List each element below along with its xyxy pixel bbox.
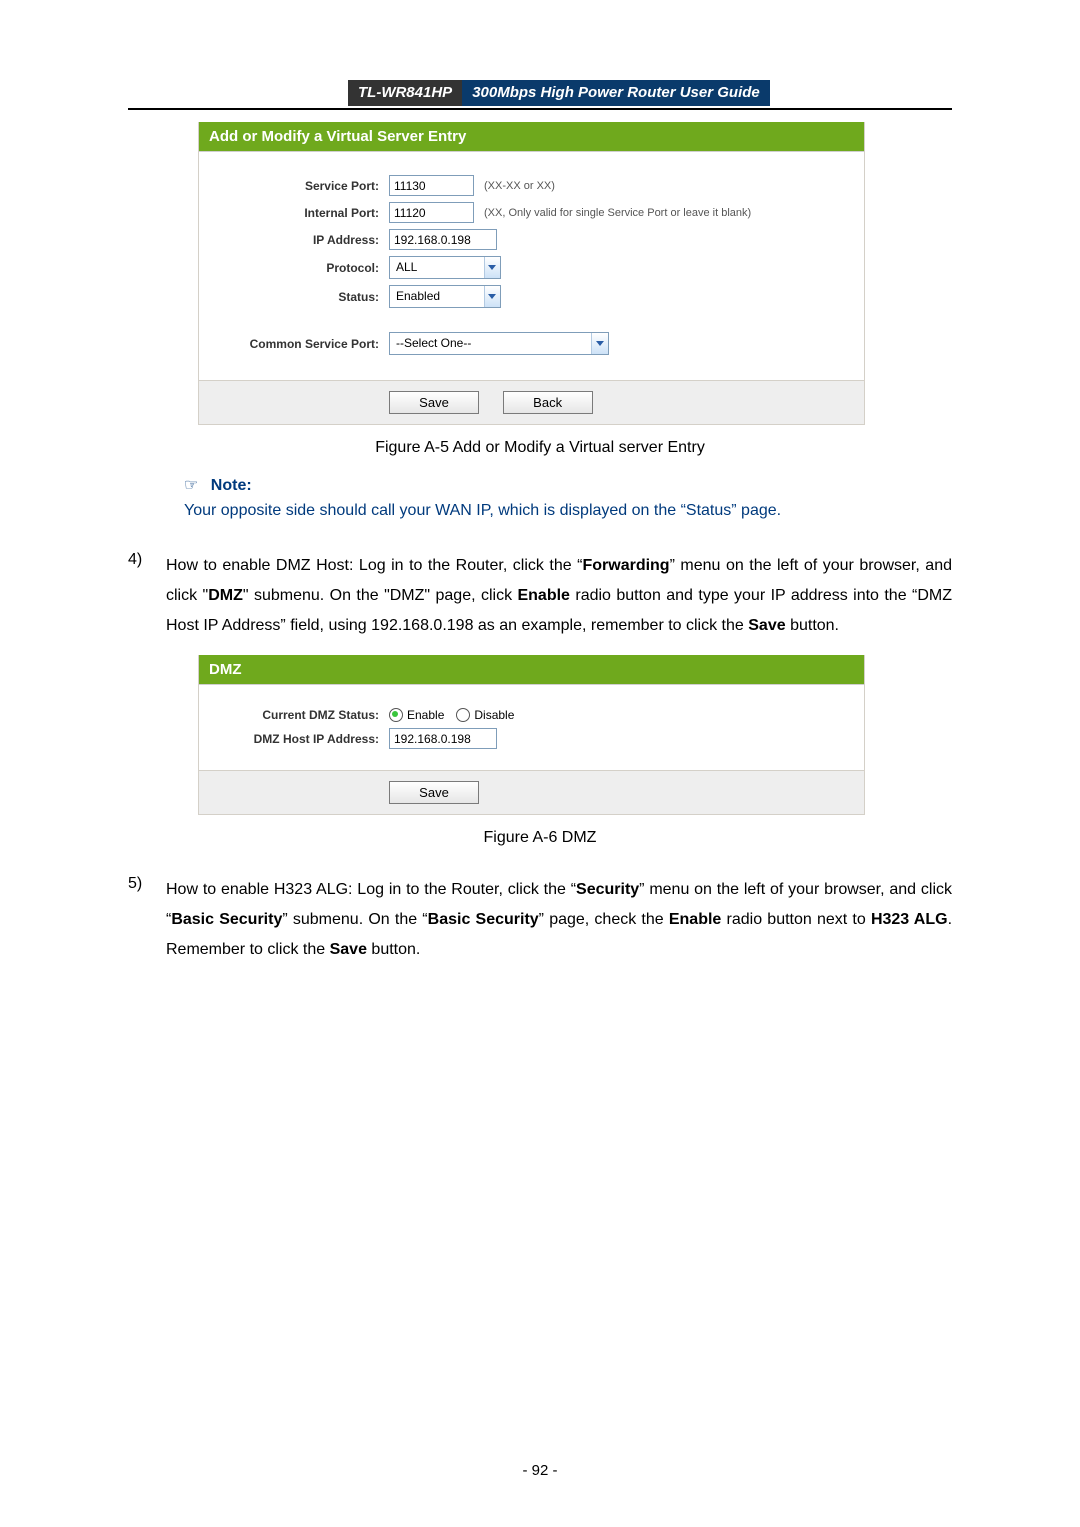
model-label: TL-WR841HP [348, 80, 462, 106]
step-4-number: 4) [128, 551, 166, 641]
dmz-panel: DMZ Current DMZ Status: Enable Disable D… [198, 655, 865, 815]
label-status: Status: [199, 290, 389, 304]
page-number: - 92 - [0, 1462, 1080, 1479]
chevron-down-icon [484, 286, 500, 307]
step-4-text: How to enable DMZ Host: Log in to the Ro… [166, 551, 952, 641]
dmz-enable-radio[interactable]: Enable [389, 708, 444, 722]
figure-a5-caption: Figure A-5 Add or Modify a Virtual serve… [128, 439, 952, 457]
protocol-value: ALL [390, 257, 484, 278]
document-page: TL-WR841HP 300Mbps High Power Router Use… [0, 0, 1080, 1527]
service-port-input[interactable] [389, 175, 474, 196]
radio-disable-label: Disable [474, 708, 514, 722]
radio-dot-on [389, 708, 403, 722]
figure-a6-caption: Figure A-6 DMZ [128, 829, 952, 847]
radio-dot-off [456, 708, 470, 722]
protocol-select[interactable]: ALL [389, 256, 501, 279]
internal-port-input[interactable] [389, 202, 474, 223]
dmz-save-button[interactable]: Save [389, 781, 479, 804]
label-protocol: Protocol: [199, 261, 389, 275]
label-service-port: Service Port: [199, 179, 389, 193]
label-internal-port: Internal Port: [199, 206, 389, 220]
radio-enable-label: Enable [407, 708, 444, 722]
label-dmz-ip: DMZ Host IP Address: [199, 732, 389, 746]
step-4: 4) How to enable DMZ Host: Log in to the… [128, 551, 952, 641]
hint-service-port: (XX-XX or XX) [484, 180, 555, 192]
dmz-ip-input[interactable] [389, 728, 497, 749]
common-service-select[interactable]: --Select One-- [389, 332, 609, 355]
step-5: 5) How to enable H323 ALG: Log in to the… [128, 875, 952, 965]
panel-title-dmz: DMZ [199, 655, 864, 685]
hint-internal-port: (XX, Only valid for single Service Port … [484, 207, 751, 219]
header-divider [128, 108, 952, 110]
status-select[interactable]: Enabled [389, 285, 501, 308]
step-5-number: 5) [128, 875, 166, 965]
guide-title: 300Mbps High Power Router User Guide [462, 80, 770, 106]
label-ip-address: IP Address: [199, 233, 389, 247]
doc-header: TL-WR841HP 300Mbps High Power Router Use… [348, 80, 952, 106]
common-service-value: --Select One-- [390, 333, 591, 354]
virtual-server-panel: Add or Modify a Virtual Server Entry Ser… [198, 122, 865, 425]
ip-address-input[interactable] [389, 229, 497, 250]
save-button[interactable]: Save [389, 391, 479, 414]
note-label: Note: [211, 477, 252, 494]
chevron-down-icon [591, 333, 608, 354]
note-heading: ☞ Note: [184, 475, 952, 495]
label-dmz-status: Current DMZ Status: [199, 708, 389, 722]
note-body: Your opposite side should call your WAN … [184, 499, 952, 523]
status-value: Enabled [390, 286, 484, 307]
panel-title: Add or Modify a Virtual Server Entry [199, 122, 864, 152]
label-common-service: Common Service Port: [199, 337, 389, 351]
dmz-disable-radio[interactable]: Disable [456, 708, 514, 722]
back-button[interactable]: Back [503, 391, 593, 414]
chevron-down-icon [484, 257, 500, 278]
pointing-hand-icon: ☞ [184, 477, 198, 494]
step-5-text: How to enable H323 ALG: Log in to the Ro… [166, 875, 952, 965]
